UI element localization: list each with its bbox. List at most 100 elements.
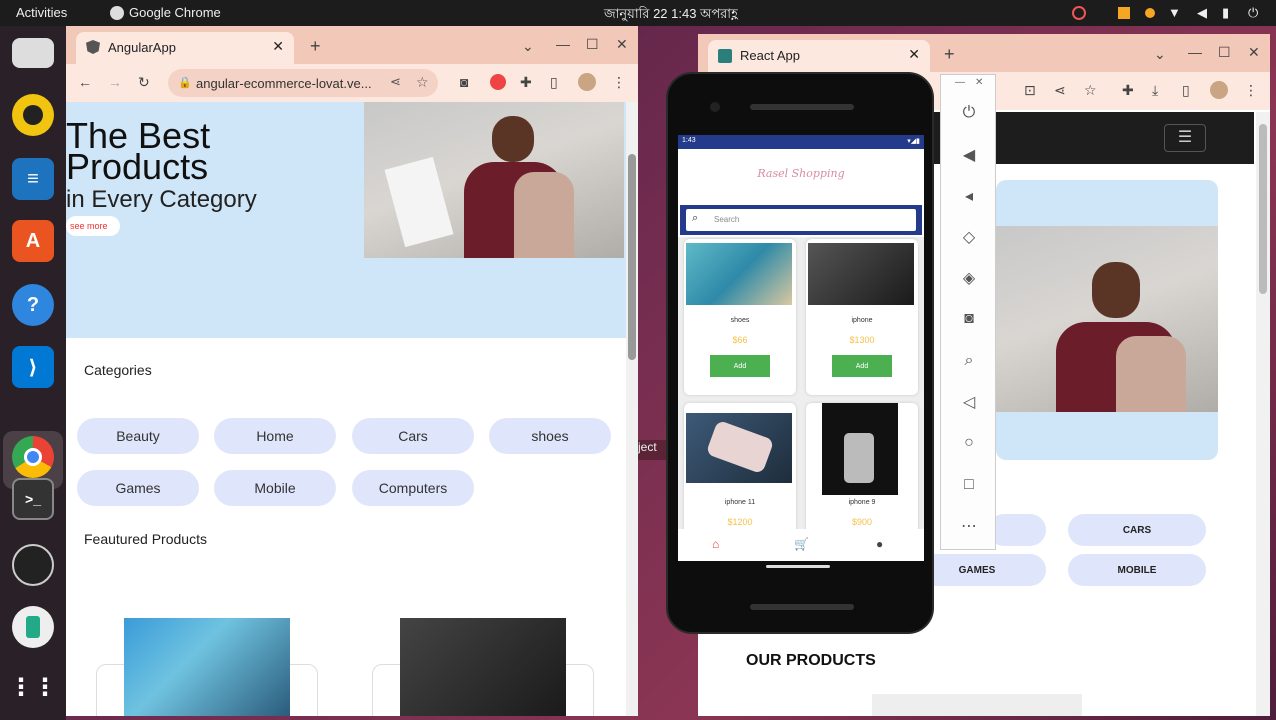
share-icon[interactable]: ⋖ — [390, 74, 401, 90]
more-icon[interactable]: ⋯ — [955, 512, 983, 540]
emu-minimize-icon[interactable]: — — [955, 77, 965, 88]
software-center-icon[interactable]: A — [12, 220, 54, 262]
phone-product-card[interactable]: iphone $1300 Add — [806, 239, 918, 395]
files-drawer-icon[interactable] — [12, 38, 54, 68]
power-menu-icon[interactable]: ⏻ — [1248, 5, 1258, 21]
battery-icon[interactable]: ▮ — [1222, 5, 1229, 21]
product-name: shoes — [730, 317, 750, 324]
rhythmbox-icon[interactable] — [12, 94, 54, 136]
react-new-tab-icon[interactable]: + — [944, 44, 955, 65]
writer-icon[interactable]: ≡ — [12, 158, 54, 200]
phone-header: Rasel Shopping — [678, 149, 924, 203]
add-button[interactable]: Add — [710, 355, 770, 377]
react-scrollbar[interactable] — [1256, 112, 1270, 716]
back-nav-icon[interactable]: ◁ — [955, 388, 983, 416]
close-window-icon[interactable]: ✕ — [616, 36, 628, 53]
profile-tab-icon[interactable]: ● — [876, 537, 883, 551]
category-games[interactable]: Games — [77, 470, 199, 506]
chrome-icon[interactable] — [12, 436, 54, 478]
react-category-cars[interactable]: CARS — [1068, 514, 1206, 546]
react-profile-avatar[interactable] — [1210, 81, 1228, 99]
tab-react-app[interactable]: React App ✕ — [708, 40, 930, 72]
emu-close-icon[interactable]: ✕ — [975, 77, 983, 88]
phone-search-input[interactable]: ⌕ Search — [686, 209, 916, 231]
react-close-tab-icon[interactable]: ✕ — [908, 46, 920, 63]
rotate-right-icon[interactable]: ◈ — [955, 264, 983, 292]
react-tab-search-icon[interactable]: ⌄ — [1154, 46, 1166, 63]
screenshot-camera-icon[interactable]: ◙ — [955, 305, 983, 333]
react-install-icon[interactable]: ⊡ — [1024, 82, 1036, 99]
maximize-icon[interactable]: ☐ — [586, 36, 599, 53]
android-emulator-phone: 1:43 ▾◢▮ Rasel Shopping ⌕ Search shoes $6… — [666, 72, 934, 634]
extensions-puzzle-icon[interactable]: ✚ — [520, 74, 532, 91]
react-close-window-icon[interactable]: ✕ — [1248, 44, 1260, 61]
activities-button[interactable]: Activities — [16, 5, 67, 20]
react-download-icon[interactable]: ⤓ — [1152, 82, 1158, 99]
reload-icon[interactable]: ↻ — [138, 74, 150, 91]
react-hero — [996, 180, 1218, 460]
record-icon[interactable] — [1072, 6, 1086, 20]
category-mobile[interactable]: Mobile — [214, 470, 336, 506]
tab-search-chevron-icon[interactable]: ⌄ — [522, 38, 534, 55]
category-shoes[interactable]: shoes — [489, 418, 611, 454]
scrollbar-thumb[interactable] — [628, 154, 636, 360]
add-button[interactable]: Add — [832, 355, 892, 377]
react-bookmark-icon[interactable]: ☆ — [1084, 82, 1097, 99]
react-category-partial[interactable] — [988, 514, 1046, 546]
category-beauty[interactable]: Beauty — [77, 418, 199, 454]
obs-icon[interactable] — [12, 544, 54, 586]
side-panel-icon[interactable]: ▯ — [550, 74, 558, 91]
wifi-icon[interactable]: ▼ — [1168, 5, 1181, 20]
app-menu[interactable]: Google Chrome — [129, 5, 221, 20]
react-extensions-icon[interactable]: ✚ — [1122, 82, 1134, 99]
new-tab-icon[interactable]: + — [310, 36, 321, 57]
home-nav-icon[interactable]: ○ — [955, 429, 983, 457]
gesture-bar[interactable] — [766, 565, 830, 568]
react-side-panel-icon[interactable]: ▯ — [1182, 82, 1190, 99]
rotate-left-icon[interactable]: ◇ — [955, 223, 983, 251]
volume-up-icon[interactable]: ◀ — [955, 141, 983, 169]
page-scrollbar[interactable] — [626, 102, 638, 716]
volume-down-icon[interactable]: ◂ — [955, 182, 983, 210]
adblock-icon[interactable] — [490, 74, 506, 90]
category-home[interactable]: Home — [214, 418, 336, 454]
back-icon[interactable]: ← — [78, 74, 92, 90]
react-scrollbar-thumb[interactable] — [1259, 124, 1267, 294]
address-bar[interactable]: 🔒 angular-ecommerce-lovat.ve... ⋖ ☆ — [168, 69, 438, 97]
show-apps-icon[interactable]: ⋮⋮ — [9, 666, 57, 708]
help-icon[interactable]: ? — [12, 284, 54, 326]
react-category-mobile[interactable]: MOBILE — [1068, 554, 1206, 586]
home-tab-icon[interactable]: ⌂ — [712, 537, 719, 551]
power-icon[interactable]: ⏻ — [955, 99, 983, 127]
close-tab-icon[interactable]: ✕ — [272, 38, 284, 55]
react-minimize-icon[interactable]: — — [1188, 44, 1202, 60]
minimize-icon[interactable]: — — [556, 36, 570, 52]
tab-angularapp[interactable]: AngularApp ✕ — [76, 32, 294, 64]
profile-avatar[interactable] — [578, 73, 596, 91]
terminal-icon[interactable]: >_ — [12, 478, 54, 520]
react-hero-image — [996, 226, 1218, 412]
forward-icon[interactable]: → — [108, 74, 122, 90]
zoom-icon[interactable]: ⌕ — [955, 347, 983, 375]
clock[interactable]: জানুয়ারি 22 1:43 অপরাহ্ণ — [604, 5, 738, 26]
vscode-icon[interactable]: ⟩ — [12, 346, 54, 388]
update-icon[interactable] — [1118, 7, 1130, 19]
react-menu-icon[interactable]: ⋮ — [1244, 82, 1258, 99]
volume-icon[interactable]: ◀ — [1197, 5, 1207, 21]
search-placeholder: Search — [714, 215, 740, 224]
category-computers[interactable]: Computers — [352, 470, 474, 506]
react-product-card[interactable] — [872, 694, 1082, 716]
bookmark-star-icon[interactable]: ☆ — [416, 74, 429, 91]
react-maximize-icon[interactable]: ☐ — [1218, 44, 1231, 61]
hamburger-menu-icon[interactable]: ☰ — [1164, 124, 1206, 152]
react-share-icon[interactable]: ⋖ — [1054, 82, 1066, 99]
phone-product-card[interactable]: shoes $66 Add — [684, 239, 796, 395]
see-more-button[interactable]: see more — [66, 216, 120, 236]
category-cars[interactable]: Cars — [352, 418, 474, 454]
overview-nav-icon[interactable]: □ — [955, 471, 983, 499]
product-name: iphone — [851, 317, 873, 324]
cart-tab-icon[interactable]: 🛒 — [794, 537, 809, 551]
menu-kebab-icon[interactable]: ⋮ — [612, 74, 626, 91]
phone-app-icon[interactable] — [12, 606, 54, 648]
camera-extension-icon[interactable]: ◙ — [460, 74, 468, 90]
